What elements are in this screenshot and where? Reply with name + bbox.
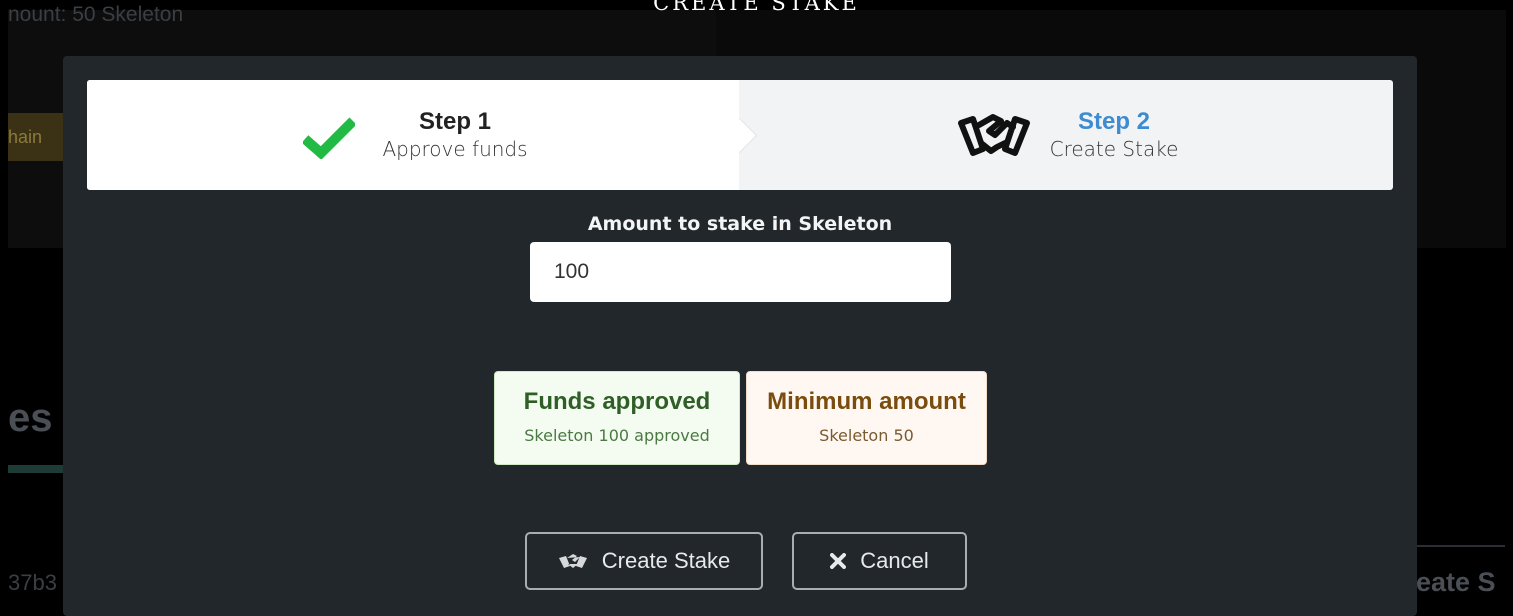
- background-create-stake-text: eate S: [1416, 567, 1496, 597]
- amount-input[interactable]: [530, 242, 951, 302]
- check-icon: [303, 117, 355, 159]
- step-1-title: Step 1: [418, 108, 492, 135]
- background-progress-bar: [8, 465, 68, 473]
- step-1: Step 1 Approve funds: [87, 80, 739, 190]
- create-stake-label: Create Stake: [601, 548, 731, 573]
- minimum-amount-title: Minimum amount: [767, 388, 966, 415]
- step-1-description: Approve funds: [382, 137, 528, 161]
- cancel-button[interactable]: Cancel: [792, 532, 967, 590]
- create-stake-button[interactable]: Create Stake: [525, 532, 763, 590]
- amount-label: Amount to stake in Skeleton: [587, 213, 893, 235]
- funds-approved-value: Skeleton 100 approved: [524, 426, 710, 445]
- funds-approved-box: Funds approved Skeleton 100 approved: [494, 371, 740, 465]
- step-indicator: Step 1 Approve funds Step 2 Create Stake: [87, 80, 1393, 190]
- step-2-text: Step 2 Create Stake: [1049, 107, 1179, 161]
- modal-title: CREATE STAKE: [653, 0, 860, 15]
- background-heading: es: [8, 396, 53, 440]
- handshake-icon: [958, 114, 1030, 156]
- step-2-description: Create Stake: [1049, 137, 1179, 161]
- funds-approved-title: Funds approved: [523, 388, 711, 415]
- cancel-label: Cancel: [860, 548, 929, 573]
- minimum-amount-value: Skeleton 50: [819, 426, 914, 445]
- step-2-title: Step 2: [1077, 108, 1151, 135]
- create-stake-modal: Step 1 Approve funds Step 2 Create Stake…: [63, 56, 1417, 616]
- close-icon: [830, 553, 847, 569]
- step-1-text: Step 1 Approve funds: [380, 107, 530, 161]
- background-hash-text: 37b3: [8, 570, 57, 595]
- minimum-amount-box: Minimum amount Skeleton 50: [746, 371, 987, 465]
- background-chain-button: hain: [8, 113, 63, 161]
- handshake-icon: [558, 554, 587, 568]
